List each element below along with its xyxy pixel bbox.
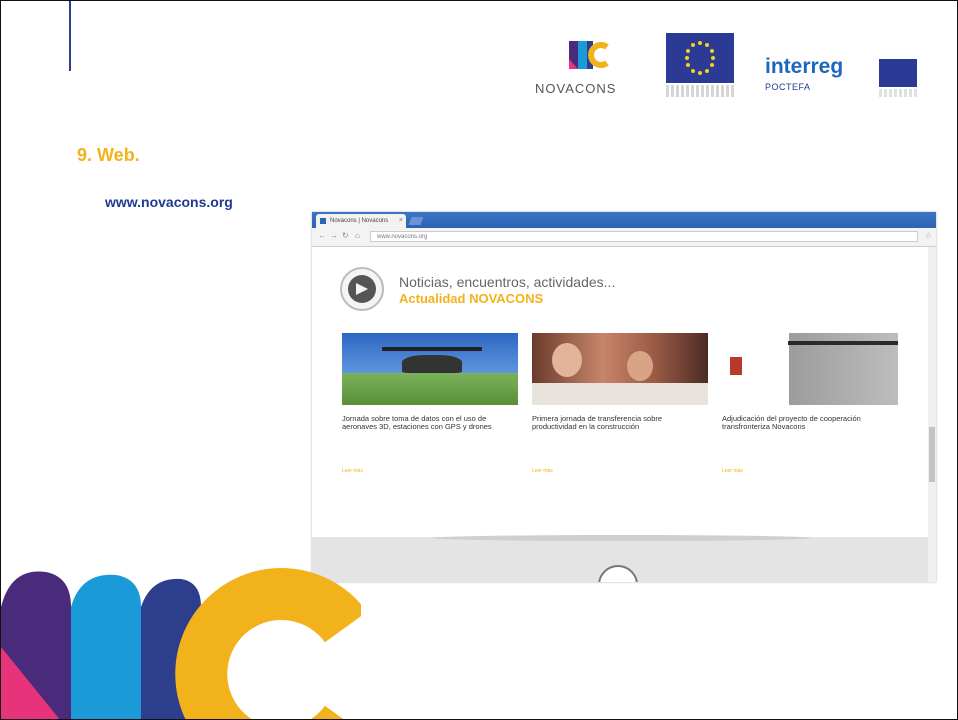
megaphone-icon xyxy=(340,267,384,311)
building-photo xyxy=(722,333,898,405)
browser-scrollbar xyxy=(928,247,936,582)
read-more-link: Leer más xyxy=(722,468,743,474)
eu-caption xyxy=(666,85,734,97)
address-bar: www.novacons.org xyxy=(370,231,918,242)
partner-logos: NOVACONS interreg POCTEFA xyxy=(531,31,921,106)
card-title: Adjudicación del proyecto de cooperación… xyxy=(722,415,861,431)
close-icon: × xyxy=(398,217,403,224)
browser-tab: Novacons | Novacons × xyxy=(316,214,406,228)
home-icon: ⌂ xyxy=(355,231,360,240)
website-url[interactable]: www.novacons.org xyxy=(105,194,233,210)
interreg-program: POCTEFA xyxy=(765,82,811,92)
browser-tabbar: Novacons | Novacons × xyxy=(312,212,936,228)
interreg-caption xyxy=(879,89,917,97)
forward-icon: → xyxy=(330,231,338,240)
browser-screenshot: Novacons | Novacons × ← → ↻ ⌂ www.novaco… xyxy=(312,212,936,582)
novacons-nc-decoration xyxy=(1,568,361,719)
eu-flag-icon xyxy=(666,33,734,83)
news-subheading: Actualidad NOVACONS xyxy=(399,291,544,306)
drone-photo xyxy=(342,333,518,405)
novacons-wordmark: NOVACONS xyxy=(535,81,617,96)
eu-logo xyxy=(666,33,734,99)
browser-tab-title: Novacons | Novacons xyxy=(330,218,389,224)
card-excerpt xyxy=(342,445,518,467)
interreg-logo: interreg POCTEFA xyxy=(763,33,923,103)
reload-icon: ↻ xyxy=(342,231,349,240)
card-excerpt xyxy=(532,445,708,467)
card-excerpt xyxy=(722,445,898,467)
meeting-photo xyxy=(532,333,708,405)
card-title: Jornada sobre toma de datos con el uso d… xyxy=(342,415,492,431)
scroll-thumb xyxy=(929,427,935,482)
read-more-link: Leer más xyxy=(342,468,363,474)
read-more-link: Leer más xyxy=(532,468,553,474)
slide: NOVACONS interreg POCTEFA 9. Web. www.no… xyxy=(0,0,958,720)
news-card: Primera jornada de transferencia sobre p… xyxy=(532,333,708,474)
novacons-mark-icon xyxy=(569,41,609,69)
website-viewport: Noticias, encuentros, actividades... Act… xyxy=(312,247,928,582)
news-card: Jornada sobre toma de datos con el uso d… xyxy=(342,333,518,474)
section-title: 9. Web. xyxy=(77,145,140,165)
bookmark-star-icon: ☆ xyxy=(924,231,932,240)
card-title: Primera jornada de transferencia sobre p… xyxy=(532,415,663,431)
favicon-icon xyxy=(320,218,326,224)
novacons-logo: NOVACONS xyxy=(531,35,641,101)
news-heading: Noticias, encuentros, actividades... xyxy=(399,274,616,290)
interreg-eu-flag-icon xyxy=(879,59,917,87)
interreg-wordmark: interreg xyxy=(765,55,844,78)
back-icon: ← xyxy=(318,231,326,240)
news-card: Adjudicación del proyecto de cooperación… xyxy=(722,333,898,474)
header-divider-line xyxy=(69,1,71,71)
browser-toolbar: ← → ↻ ⌂ www.novacons.org ☆ xyxy=(312,228,936,247)
band-shadow xyxy=(432,535,812,541)
new-tab-icon xyxy=(408,217,424,225)
